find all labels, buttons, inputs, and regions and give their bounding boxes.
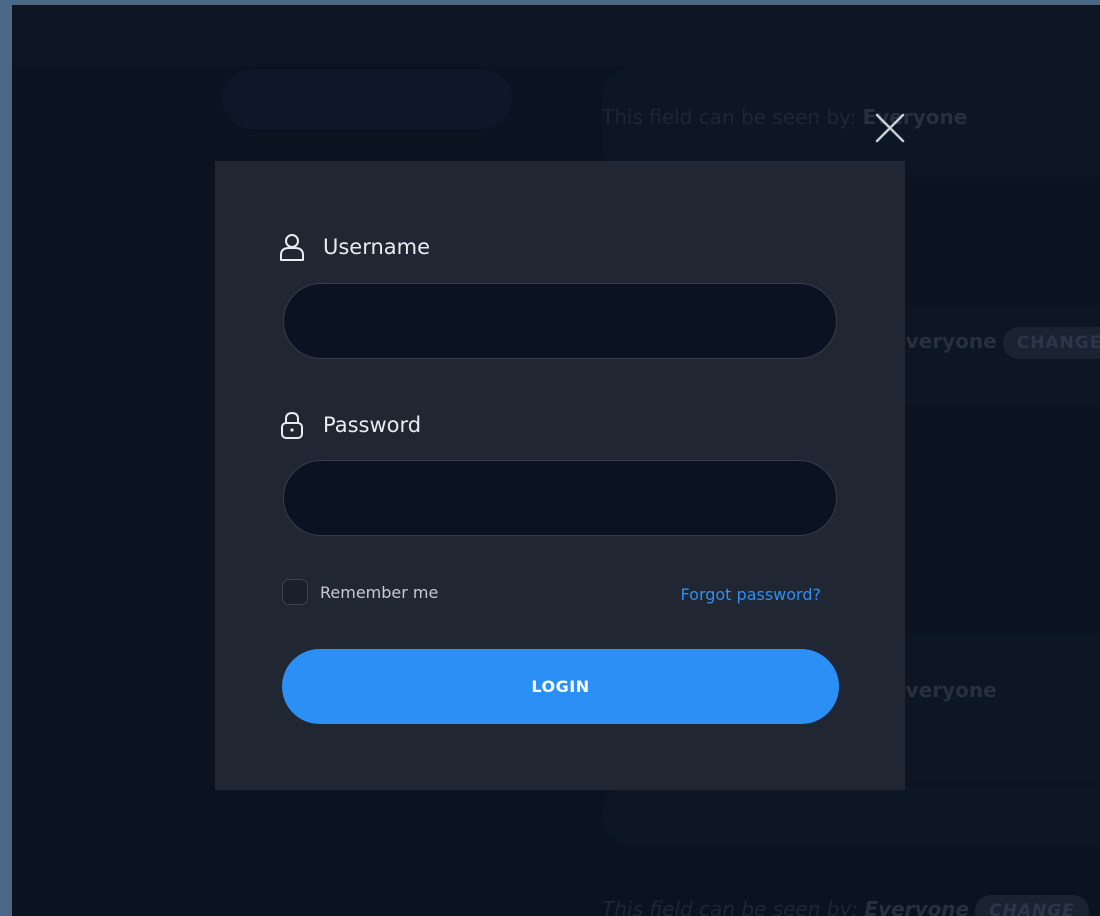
user-icon [279, 233, 305, 261]
username-label-text: Username [323, 235, 431, 259]
background-visibility-row: Everyone [892, 678, 997, 702]
checkbox-box[interactable] [282, 579, 308, 605]
forgot-password-link[interactable]: Forgot password? [681, 585, 821, 604]
password-input[interactable] [283, 460, 837, 536]
remember-me-checkbox[interactable]: Remember me [282, 579, 438, 605]
close-icon [875, 113, 905, 143]
background-visibility-row: Everyone CHANGE [892, 327, 1100, 359]
login-button[interactable]: LOGIN [282, 649, 839, 724]
password-label: Password [279, 411, 421, 439]
background-visibility-row: This field can be seen by: Everyone CHANG… [602, 895, 1089, 916]
login-modal: Username Password Remember me Forgot pas… [215, 161, 905, 790]
background-search-bar [222, 69, 512, 129]
remember-me-label: Remember me [320, 582, 439, 602]
username-input[interactable] [283, 283, 837, 359]
change-button: CHANGE [975, 895, 1089, 916]
background-visibility-row: This field can be seen by: Everyone [602, 105, 967, 129]
close-button[interactable] [873, 111, 907, 145]
username-label: Username [279, 233, 430, 261]
lock-icon [279, 411, 305, 439]
visibility-value: Everyone [892, 678, 997, 702]
visibility-text: This field can be seen by: [602, 897, 865, 916]
change-button: CHANGE [1002, 327, 1100, 359]
password-label-text: Password [323, 413, 422, 437]
background-panel [602, 785, 1100, 845]
visibility-value: Everyone [864, 897, 970, 916]
visibility-value: Everyone [892, 329, 997, 353]
background-topbar [12, 5, 1100, 67]
visibility-text: This field can be seen by: [602, 105, 863, 129]
